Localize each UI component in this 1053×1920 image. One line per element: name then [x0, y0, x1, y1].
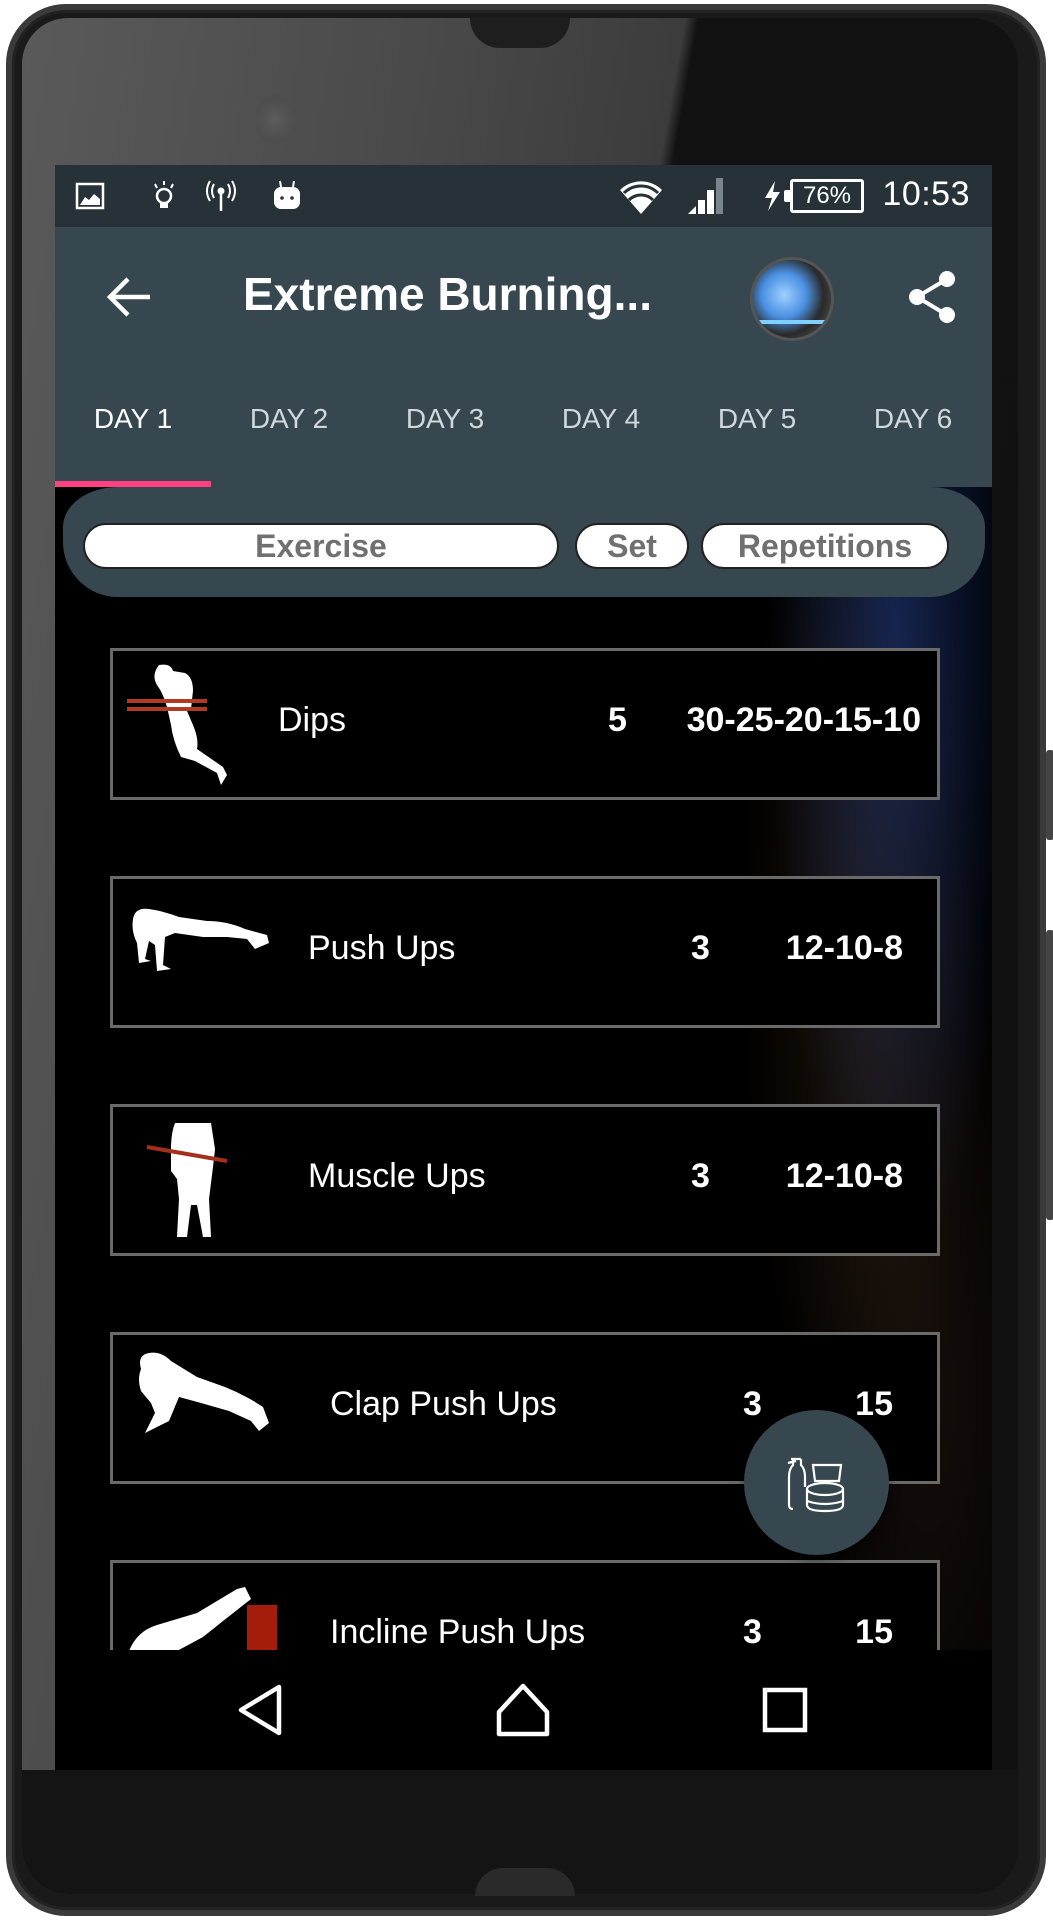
nav-back-icon	[238, 1684, 282, 1736]
exercise-reps: 12-10-8	[785, 1157, 903, 1195]
header-exercise: Exercise	[83, 523, 559, 569]
exercise-sets: 3	[743, 1613, 762, 1651]
earpiece-speaker	[470, 18, 570, 48]
exercise-reps: 12-10-8	[785, 929, 903, 967]
tab-day-3[interactable]: DAY 3	[367, 365, 523, 483]
tab-day-2[interactable]: DAY 2	[211, 365, 367, 483]
exercise-name: Incline Push Ups	[330, 1613, 586, 1651]
charging-icon	[760, 179, 784, 213]
arrow-left-icon	[106, 277, 150, 317]
exercise-sets: 3	[691, 929, 710, 967]
wifi-icon	[615, 179, 667, 214]
bottom-speaker	[475, 1868, 575, 1896]
nav-back-button[interactable]	[220, 1670, 300, 1750]
exercise-reps: 15	[855, 1385, 893, 1423]
exercise-sets: 3	[743, 1385, 762, 1423]
tab-day-1[interactable]: DAY 1	[55, 365, 211, 483]
push-ups-figure-icon	[132, 908, 269, 971]
lightbulb-icon	[147, 179, 181, 213]
muscle-ups-figure-icon	[146, 1123, 228, 1237]
hotspot-icon	[203, 179, 239, 213]
battery-indicator: 76%	[784, 179, 864, 213]
tab-day-5[interactable]: DAY 5	[679, 365, 835, 483]
exercise-name: Muscle Ups	[308, 1157, 486, 1195]
image-icon	[73, 179, 107, 213]
page-title: Extreme Burning...	[243, 268, 652, 320]
status-bar: 76% 10:53	[55, 165, 992, 227]
tab-day-4[interactable]: DAY 4	[523, 365, 679, 483]
header-set: Set	[575, 523, 689, 569]
share-button[interactable]	[900, 265, 964, 329]
nav-home-icon	[496, 1683, 550, 1737]
nav-recents-button[interactable]	[745, 1670, 825, 1750]
app-screen: 76% 10:53 Extreme Burning... DAY 1 DAY 2…	[55, 165, 992, 1770]
exercise-row[interactable]: Push Ups 3 12-10-8	[110, 876, 940, 1028]
nav-recents-icon	[762, 1687, 808, 1733]
front-camera	[255, 95, 295, 145]
exercise-sets: 5	[608, 701, 627, 739]
exercise-name: Push Ups	[308, 929, 456, 967]
share-icon	[909, 271, 955, 323]
exercise-row[interactable]: Dips 5 30-25-20-15-10	[110, 648, 940, 800]
header-repetitions: Repetitions	[701, 523, 949, 569]
dips-figure-icon	[127, 664, 227, 785]
volume-button	[1046, 750, 1053, 840]
exercise-sets: 3	[691, 1157, 710, 1195]
power-button	[1046, 930, 1053, 1220]
table-header: Exercise Set Repetitions	[63, 487, 985, 597]
exercise-name: Clap Push Ups	[330, 1385, 557, 1423]
tab-day-6[interactable]: DAY 6	[835, 365, 991, 483]
exercise-name: Dips	[278, 701, 347, 739]
app-logo-avatar[interactable]	[750, 257, 834, 341]
android-icon	[269, 179, 305, 213]
exercise-row[interactable]: Muscle Ups 3 12-10-8	[110, 1104, 940, 1256]
nutrition-fab-button[interactable]	[744, 1410, 889, 1555]
exercise-reps: 30-25-20-15-10	[686, 701, 921, 739]
signal-icon	[685, 178, 729, 214]
nav-home-button[interactable]	[483, 1670, 563, 1750]
system-nav-bar	[55, 1650, 992, 1770]
clock: 10:53	[882, 175, 970, 213]
day-tabs: DAY 1 DAY 2 DAY 3 DAY 4 DAY 5 DAY 6	[55, 365, 992, 487]
clap-push-ups-figure-icon	[139, 1352, 269, 1433]
app-toolbar: Extreme Burning...	[55, 227, 992, 365]
nutrition-supplements-icon	[787, 1457, 844, 1512]
exercise-reps: 15	[855, 1613, 893, 1651]
back-button[interactable]	[100, 267, 160, 327]
